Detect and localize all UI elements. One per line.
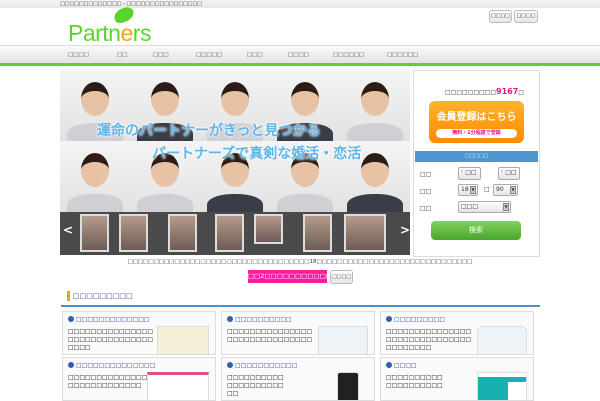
tagline: □□□□□□□□□□□□□ - □□□□□□□□□□□□□□□□ bbox=[60, 1, 202, 7]
card-image bbox=[157, 326, 209, 354]
nav-item[interactable]: □□□□□ bbox=[196, 46, 222, 64]
area-select[interactable]: □□□ ▼ bbox=[458, 201, 511, 213]
member-photo bbox=[340, 70, 410, 141]
search-heading: □□□□□ bbox=[415, 151, 538, 162]
play-icon bbox=[68, 362, 74, 368]
promo-banner[interactable]: □□2□□□□□□□□□□□ bbox=[248, 270, 332, 283]
feature-card[interactable]: □□□□□□□□□□□□□□□□□□□□□□□□□□□□□□□□□□□□□□□□… bbox=[62, 311, 216, 355]
age-to-select[interactable]: 90 ▼ bbox=[493, 184, 518, 196]
card-image bbox=[477, 372, 527, 400]
logo[interactable]: Partners bbox=[66, 5, 161, 46]
member-photo bbox=[60, 141, 130, 212]
gender-label: □□ bbox=[420, 171, 432, 178]
nav-item[interactable]: □□ bbox=[117, 46, 127, 64]
card-image bbox=[337, 372, 359, 400]
play-icon bbox=[386, 316, 392, 322]
member-thumbnail[interactable] bbox=[254, 214, 283, 244]
feature-card[interactable]: □□□□□□□□□□ □□□□□□□□□□□□□□□□□□□□□□□□□□□□□□ bbox=[221, 311, 375, 355]
top-bar: □□□□□□□□□□□□□ - □□□□□□□□□□□□□□□□ bbox=[0, 0, 600, 8]
nav-item[interactable]: □□□□ bbox=[68, 46, 89, 64]
promo-more-button[interactable]: □□□□ bbox=[330, 270, 353, 284]
carousel-prev-button[interactable]: < bbox=[63, 223, 73, 237]
feature-card[interactable]: □□□□□□□□□□□□□□□□□□□□□□□□□□□□□□□□□□□□□□□□… bbox=[380, 311, 534, 355]
play-icon bbox=[386, 362, 392, 368]
play-icon bbox=[68, 316, 74, 322]
nav-item[interactable]: □□□ bbox=[153, 46, 169, 64]
feature-card[interactable]: □□□□□□□□□□□ □□□□□□□□□□□□□□□□□□□□□□ bbox=[221, 357, 375, 401]
age-notice: □□□□□□□□□□□□□□□□□□□□□□□□□□□□□□□□□□□18□□□… bbox=[127, 259, 473, 265]
play-icon bbox=[227, 316, 233, 322]
header-button-1[interactable]: □□□□ bbox=[489, 10, 512, 23]
feature-card[interactable]: □□□□ □□□□□□□□□□□□□□□□□□□□ bbox=[380, 357, 534, 401]
carousel-next-button[interactable]: > bbox=[400, 223, 410, 237]
nav-item[interactable]: □□□□ bbox=[288, 46, 309, 64]
age-separator: □ bbox=[484, 186, 490, 193]
hero-copy-1: 運命のパートナーがきっと見つかる bbox=[97, 123, 321, 139]
play-icon bbox=[227, 362, 233, 368]
age-label: □□ bbox=[420, 188, 432, 195]
feature-card[interactable]: □□□□□□□□□□□□□□□□□□□□□□□□□□□□□□□□□□□□□□□□… bbox=[62, 357, 216, 401]
nav-item[interactable]: □□□□□□ bbox=[387, 46, 418, 64]
area-label: □□ bbox=[420, 205, 432, 212]
member-thumbnail[interactable] bbox=[303, 214, 332, 252]
card-image bbox=[477, 326, 527, 354]
gender-radio-1[interactable]: ◜ □□ bbox=[458, 167, 481, 180]
nav-divider bbox=[0, 63, 600, 66]
member-thumbnail[interactable] bbox=[168, 214, 197, 252]
gender-radio-2[interactable]: ◜ □□ bbox=[498, 167, 520, 180]
card-image bbox=[318, 326, 368, 354]
section-divider bbox=[61, 305, 540, 307]
card-image bbox=[147, 372, 209, 400]
member-thumbnail[interactable] bbox=[215, 214, 244, 252]
member-thumbnail[interactable] bbox=[80, 214, 109, 252]
register-button[interactable]: 会員登録はこちら 無料・1分程度で登録 bbox=[429, 101, 524, 143]
member-thumbnail[interactable] bbox=[344, 214, 386, 252]
section-title: □□□□□□□□□ bbox=[67, 291, 133, 301]
hero-copy-2: パートナーズで真剣な婚活・恋活 bbox=[152, 146, 362, 162]
member-count: □□□□□□□□□9167□ bbox=[445, 87, 524, 96]
member-thumbnail[interactable] bbox=[119, 214, 148, 252]
nav-item[interactable]: □□□ bbox=[247, 46, 263, 64]
main-nav: □□□□ □□ □□□ □□□□□ □□□ □□□□ □□□□□□ □□□□□□ bbox=[0, 45, 600, 63]
header-button-2[interactable]: □□□□ bbox=[514, 10, 538, 23]
age-from-select[interactable]: 18 ▼ bbox=[458, 184, 478, 196]
search-button[interactable]: 検索 bbox=[431, 221, 521, 240]
nav-item[interactable]: □□□□□□ bbox=[333, 46, 364, 64]
hero-photo-grid bbox=[60, 70, 410, 212]
